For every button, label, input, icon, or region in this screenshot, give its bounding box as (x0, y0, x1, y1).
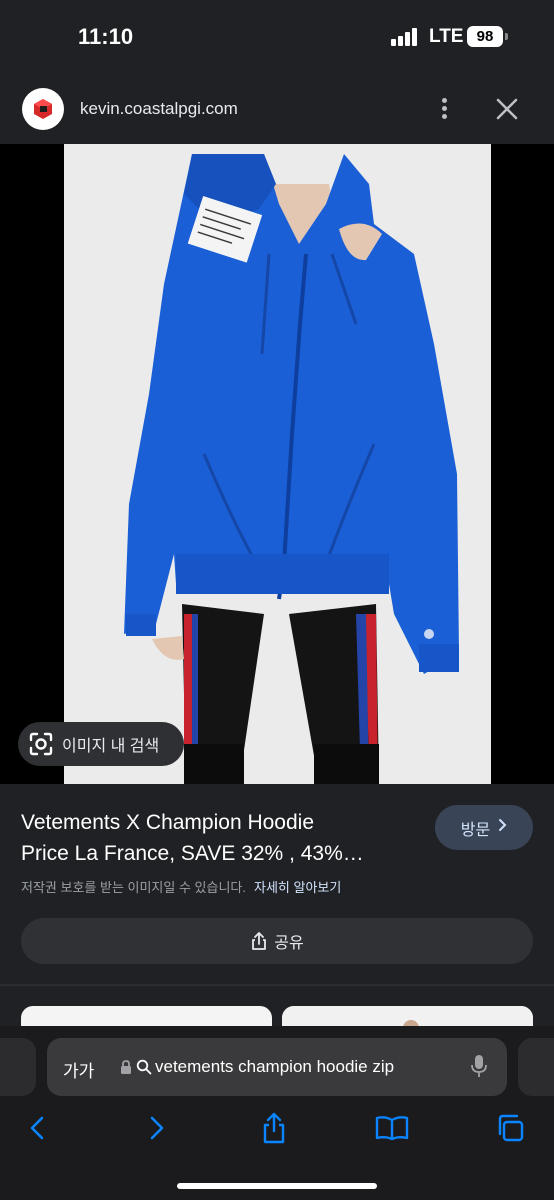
site-favicon-icon[interactable] (22, 88, 64, 130)
share-icon (263, 1112, 285, 1144)
visit-label: 방문 (460, 821, 491, 839)
image-preview: 이미지 내 검색 (0, 144, 554, 784)
browser-bottom-bar: 가가 vetements champion hoodie zip (0, 1026, 554, 1200)
chevron-left-icon (30, 1116, 44, 1140)
battery-tip (505, 33, 508, 40)
back-button[interactable] (15, 1106, 59, 1150)
result-info-panel: Vetements X Champion Hoodie Price La Fra… (0, 784, 554, 984)
tabs-button[interactable] (488, 1106, 532, 1150)
visit-button[interactable]: 방문 (435, 805, 533, 850)
chevron-right-icon (498, 818, 507, 837)
address-query: vetements champion hoodie zip (155, 1057, 395, 1076)
cellular-signal-icon (391, 28, 421, 46)
status-time: 11:10 (78, 24, 134, 49)
search-in-image-button[interactable]: 이미지 내 검색 (18, 722, 184, 766)
home-indicator[interactable] (177, 1183, 377, 1189)
book-icon (375, 1116, 409, 1141)
share-button[interactable]: 공유 (21, 918, 533, 964)
bookmarks-button[interactable] (370, 1106, 414, 1150)
font-size-button[interactable]: 가가 (63, 1057, 94, 1082)
search-icon (136, 1059, 152, 1075)
site-url[interactable]: kevin.coastalpgi.com (80, 99, 238, 119)
status-bar: 11:10 LTE 98 (0, 0, 554, 74)
forward-button[interactable] (135, 1106, 179, 1150)
more-options-icon[interactable] (432, 96, 456, 122)
battery-icon: 98 (467, 26, 503, 47)
microphone-icon[interactable] (471, 1054, 487, 1078)
share-page-button[interactable] (252, 1106, 296, 1150)
address-bar[interactable]: 가가 vetements champion hoodie zip (47, 1038, 507, 1096)
network-type: LTE (429, 26, 464, 47)
product-photo[interactable] (64, 144, 491, 784)
next-tab-preview[interactable] (518, 1038, 554, 1096)
browser-toolbar (0, 1106, 554, 1150)
result-title-line-1: Vetements X Champion Hoodie (21, 811, 315, 834)
result-title-line-2: Price La France, SAVE 32% , 43%… (21, 842, 364, 865)
close-icon[interactable] (494, 96, 520, 122)
previous-tab-preview[interactable] (0, 1038, 36, 1096)
copyright-note: 저작권 보호를 받는 이미지일 수 있습니다. 자세히 알아보기 (21, 877, 341, 896)
lens-label: 이미지 내 검색 (62, 738, 160, 755)
chevron-right-icon (150, 1116, 164, 1140)
lock-icon (121, 1060, 131, 1074)
result-title[interactable]: Vetements X Champion Hoodie Price La Fra… (21, 807, 421, 869)
image-viewer-header: kevin.coastalpgi.com (0, 74, 554, 144)
lens-icon (29, 732, 53, 756)
share-label: 공유 (274, 935, 304, 952)
copyright-text: 저작권 보호를 받는 이미지일 수 있습니다. (21, 880, 246, 895)
learn-more-link[interactable]: 자세히 알아보기 (254, 880, 341, 895)
tabs-icon (498, 1114, 524, 1142)
share-icon (252, 932, 267, 950)
